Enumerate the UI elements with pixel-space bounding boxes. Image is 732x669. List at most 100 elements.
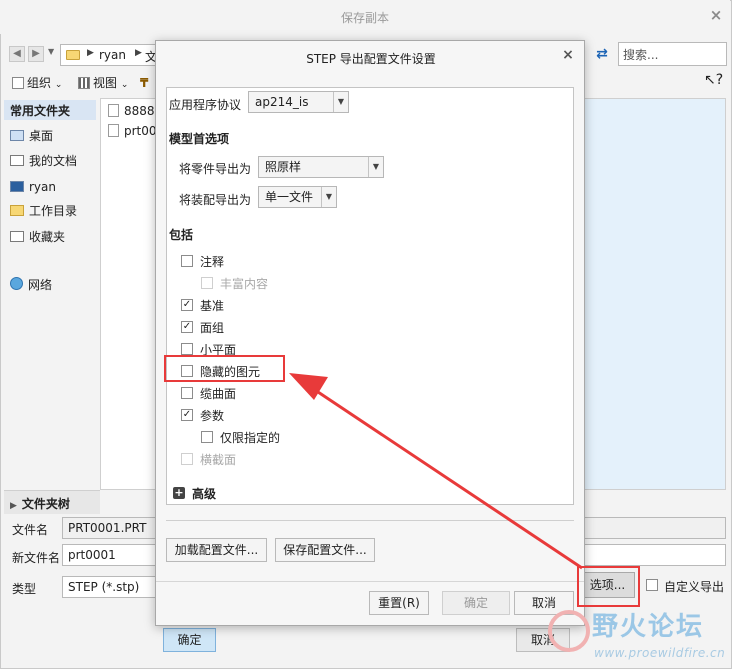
annotations-checkbox[interactable]	[181, 255, 193, 267]
cable-surfaces-checkbox[interactable]	[181, 387, 193, 399]
sidebar-item-documents[interactable]: 我的文档	[10, 152, 77, 170]
part-export-select[interactable]: 照原样 ▼	[258, 156, 384, 178]
assembly-export-label: 将装配导出为	[179, 193, 252, 207]
assembly-export-value: 单一文件	[265, 190, 314, 204]
divider	[166, 520, 574, 521]
help-cursor-icon[interactable]: ↖?	[704, 72, 723, 88]
annotations-label: 注释	[200, 255, 225, 269]
desktop-icon	[10, 130, 24, 141]
sidebar-item-label: 网络	[28, 278, 53, 292]
filename-label: 文件名	[12, 523, 49, 537]
sidebar-item-network[interactable]: 网络	[10, 276, 52, 294]
view-menu[interactable]: 视图 ⌄	[78, 74, 128, 92]
save-config-button[interactable]: 保存配置文件...	[275, 538, 375, 562]
watermark-text: 野火论坛	[592, 612, 705, 642]
advanced-section-label[interactable]: 高级	[192, 485, 216, 502]
datums-checkbox[interactable]: ✓	[181, 299, 193, 311]
file-type-select[interactable]: STEP (*.stp)	[62, 576, 162, 598]
sidebar-header: 常用文件夹	[4, 100, 96, 120]
list-item[interactable]: prt00	[108, 122, 157, 140]
sidebar-item-label: 我的文档	[29, 154, 78, 168]
organize-label: 组织	[27, 76, 52, 90]
include-header: 包括	[169, 228, 194, 242]
part-export-value: 照原样	[265, 160, 302, 174]
custom-export-checkbox[interactable]	[646, 579, 658, 591]
protocol-label: 应用程序协议	[169, 98, 242, 112]
file-name: 8888	[124, 104, 155, 118]
working-directory-icon	[10, 205, 24, 216]
highlight-box-hidden-entities	[164, 355, 285, 382]
sidebar-item-label: 收藏夹	[29, 230, 66, 244]
divider	[156, 581, 584, 582]
watermark-logo-icon	[548, 610, 590, 652]
chevron-right-icon: ▶	[87, 48, 94, 58]
organize-icon	[12, 77, 24, 89]
search-input[interactable]: 搜索...	[618, 42, 727, 66]
close-icon[interactable]: ×	[561, 48, 575, 62]
sidebar-item-favorites[interactable]: 收藏夹	[10, 228, 65, 246]
save-ok-button[interactable]: 确定	[163, 628, 216, 652]
designated-only-checkbox[interactable]	[201, 431, 213, 443]
quilts-label: 面组	[200, 321, 225, 335]
favorites-icon	[10, 231, 24, 242]
sidebar-item-label: ryan	[29, 180, 56, 194]
close-icon[interactable]: ×	[708, 7, 724, 23]
refresh-icon[interactable]: ⇄	[592, 44, 612, 64]
back-arrow-icon[interactable]: ◀	[9, 46, 25, 62]
facets-checkbox[interactable]	[181, 343, 193, 355]
new-filename-label: 新文件名	[12, 551, 61, 565]
folder-tree-toggle[interactable]: ▶ 文件夹树	[4, 490, 100, 514]
reset-button[interactable]: 重置(R)	[369, 591, 429, 615]
assembly-export-select[interactable]: 单一文件 ▼	[258, 186, 337, 208]
sidebar-item-working-directory[interactable]: 工作目录	[10, 202, 77, 220]
dropdown-arrow-icon: ▼	[333, 92, 348, 112]
forward-arrow-icon[interactable]: ▶	[28, 46, 44, 62]
part-export-label: 将零件导出为	[179, 162, 252, 176]
step-export-settings-dialog: STEP 导出配置文件设置 × 应用程序协议 ap214_is ▼ 模型首选项 …	[155, 40, 585, 626]
parameters-label: 参数	[200, 409, 225, 423]
sidebar-item-ryan[interactable]: ryan	[10, 178, 56, 196]
view-label: 视图	[93, 76, 118, 90]
cross-sections-checkbox	[181, 453, 193, 465]
parameters-checkbox[interactable]: ✓	[181, 409, 193, 421]
highlight-box-options	[577, 566, 640, 607]
sidebar-item-label: 工作目录	[29, 204, 78, 218]
documents-icon	[10, 155, 24, 166]
address-bar[interactable]: ▶ ryan ▶ 文	[60, 44, 160, 66]
rich-content-label: 丰富内容	[220, 277, 269, 291]
datums-label: 基准	[200, 299, 225, 313]
protocol-select[interactable]: ap214_is ▼	[248, 91, 349, 113]
cross-sections-label: 横截面	[200, 453, 237, 467]
designated-only-label: 仅限指定的	[220, 431, 281, 445]
sidebar-item-label: 桌面	[29, 129, 54, 143]
protocol-value: ap214_is	[255, 95, 309, 109]
custom-export-label: 自定义导出	[664, 580, 725, 594]
tools-icon[interactable]: ₸	[140, 74, 148, 92]
chevron-right-icon: ▶	[135, 48, 142, 58]
expand-triangle-icon: ▶	[10, 501, 17, 511]
save-copy-title: 保存副本	[340, 11, 389, 25]
dialog-ok-button[interactable]: 确定	[442, 591, 510, 615]
address-segment-user[interactable]: ryan	[99, 48, 126, 62]
file-name: prt00	[124, 124, 157, 138]
dropdown-arrow-icon: ▼	[321, 187, 336, 207]
view-icon	[78, 77, 90, 89]
watermark-url: www.proewildfire.cn	[594, 646, 726, 660]
dropdown-arrow-icon: ▼	[368, 157, 383, 177]
sidebar-item-desktop[interactable]: 桌面	[10, 127, 53, 145]
file-icon	[108, 104, 119, 117]
list-item[interactable]: 8888	[108, 102, 155, 120]
rich-content-checkbox	[201, 277, 213, 289]
quilts-checkbox[interactable]: ✓	[181, 321, 193, 333]
load-config-button[interactable]: 加载配置文件...	[166, 538, 267, 562]
settings-panel: 应用程序协议 ap214_is ▼ 模型首选项 将零件导出为 照原样 ▼ 将装配…	[166, 87, 574, 505]
organize-menu[interactable]: 组织 ⌄	[12, 74, 62, 92]
history-dropdown-icon[interactable]: ▼	[48, 47, 54, 56]
cable-surfaces-label: 缆曲面	[200, 387, 237, 401]
folder-tree-label: 文件夹树	[21, 497, 70, 511]
dialog-title: STEP 导出配置文件设置	[306, 52, 436, 66]
expand-plus-icon[interactable]: +	[173, 487, 185, 499]
network-icon	[10, 277, 23, 290]
save-copy-titlebar: 保存副本 ×	[0, 0, 730, 34]
file-icon	[108, 124, 119, 137]
